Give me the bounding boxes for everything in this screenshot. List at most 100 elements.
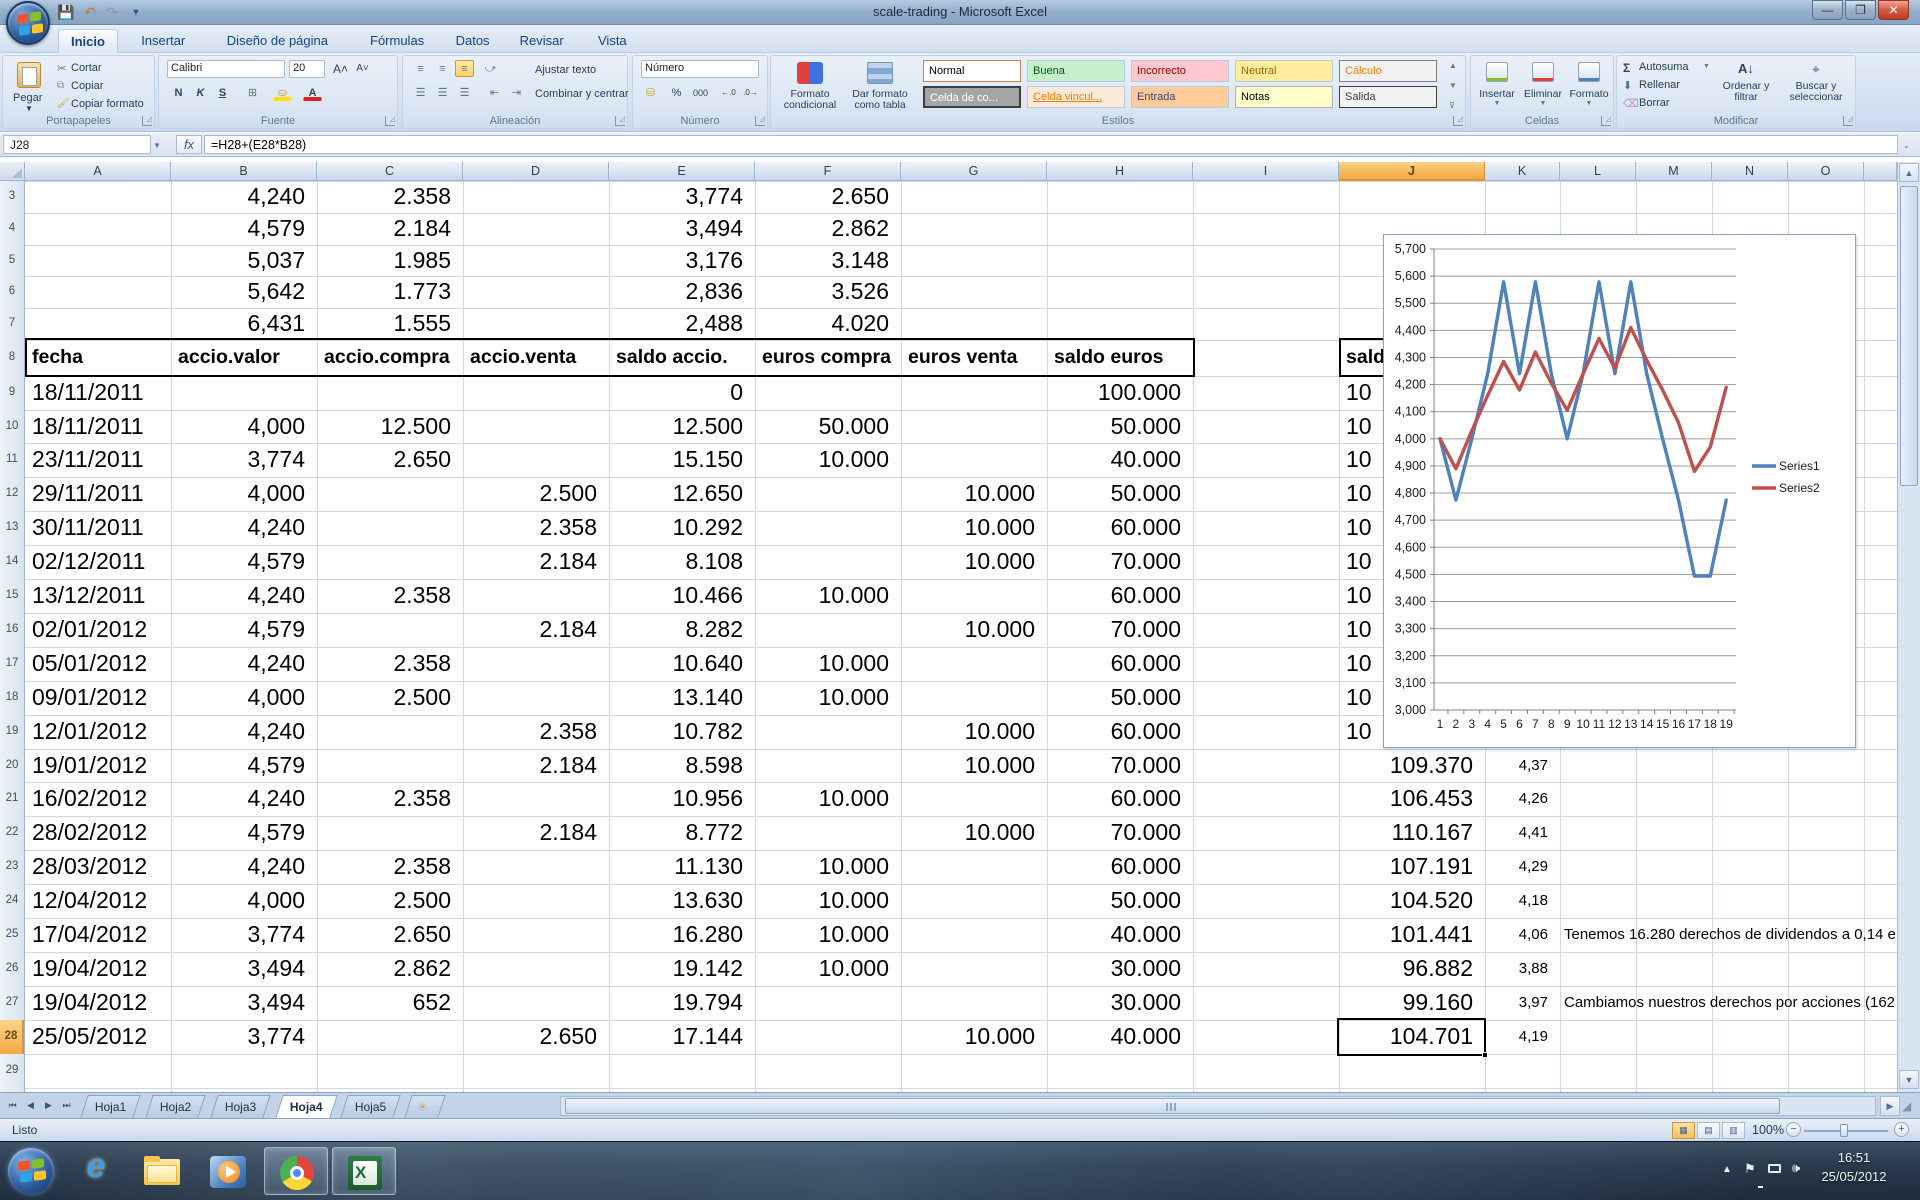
action-center-flag-icon[interactable]: ⚑ <box>1744 1161 1756 1177</box>
row-header-7[interactable]: 7 <box>0 308 24 340</box>
decrease-indent-icon[interactable]: ⇤ <box>485 84 504 101</box>
clear-button[interactable]: Borrar <box>1639 97 1670 109</box>
grow-font-icon[interactable]: A˄ <box>331 60 350 77</box>
cell-H21[interactable]: 60.000 <box>1051 782 1181 816</box>
row-header-29[interactable]: 29 <box>0 1054 24 1088</box>
cell-H28[interactable]: 40.000 <box>1051 1020 1181 1054</box>
office-button[interactable] <box>6 1 50 45</box>
media-player-icon[interactable] <box>196 1147 260 1195</box>
cell-A9[interactable]: 18/11/2011 <box>32 376 170 410</box>
cell-E18[interactable]: 13.140 <box>613 681 743 715</box>
cell-A13[interactable]: 30/11/2011 <box>32 511 170 545</box>
copy-button[interactable]: Copiar <box>71 80 103 92</box>
cell-H27[interactable]: 30.000 <box>1051 986 1181 1020</box>
cell-C6[interactable]: 1.773 <box>321 276 451 308</box>
cell-F25[interactable]: 10.000 <box>759 918 889 952</box>
cell-B23[interactable]: 4,240 <box>175 850 305 884</box>
start-button[interactable] <box>8 1148 54 1194</box>
explorer-folder-icon[interactable] <box>130 1147 194 1195</box>
cell-A24[interactable]: 12/04/2012 <box>32 884 170 918</box>
volume-icon[interactable]: 🕪 <box>1792 1160 1800 1176</box>
cell-H10[interactable]: 50.000 <box>1051 410 1181 444</box>
align-center-icon[interactable]: ☰ <box>433 84 452 101</box>
autosum-dropdown-icon[interactable]: ▼ <box>1703 63 1710 70</box>
page-layout-view-icon[interactable]: ▤ <box>1697 1122 1720 1139</box>
cell-F21[interactable]: 10.000 <box>759 782 889 816</box>
group-alineacion-dialog-launcher-icon[interactable]: ◿ <box>615 116 625 126</box>
insert-function-icon[interactable]: fx <box>176 135 202 154</box>
row-header-8[interactable]: 8 <box>0 340 24 376</box>
chart-series-1[interactable] <box>1440 282 1726 576</box>
cell-C10[interactable]: 12.500 <box>321 410 451 444</box>
cell-H14[interactable]: 70.000 <box>1051 545 1181 579</box>
cell-D19[interactable]: 2.358 <box>467 715 597 749</box>
cell-F17[interactable]: 10.000 <box>759 647 889 681</box>
cell-H25[interactable]: 40.000 <box>1051 918 1181 952</box>
row-header-10[interactable]: 10 <box>0 410 24 444</box>
cell-G12[interactable]: 10.000 <box>905 477 1035 511</box>
first-sheet-icon[interactable]: ⏮ <box>4 1097 21 1114</box>
cell-F18[interactable]: 10.000 <box>759 681 889 715</box>
style-celda-de-co-[interactable]: Celda de co... <box>923 86 1021 108</box>
column-header-B[interactable]: B <box>171 162 317 181</box>
column-header-C[interactable]: C <box>317 162 463 181</box>
style-celda-vincul-[interactable]: Celda vincul... <box>1027 86 1125 108</box>
increase-decimal-icon[interactable]: ←.0 <box>719 84 738 101</box>
close-button[interactable]: ✕ <box>1878 0 1909 20</box>
group-fuente-dialog-launcher-icon[interactable]: ◿ <box>385 116 395 126</box>
tab-fórmulas[interactable]: Fórmulas <box>358 29 436 53</box>
row-header-25[interactable]: 25 <box>0 918 24 952</box>
cell-H23[interactable]: 60.000 <box>1051 850 1181 884</box>
format-painter-button[interactable]: Copiar formato <box>71 98 144 110</box>
cell-C7[interactable]: 1.555 <box>321 308 451 340</box>
scroll-down-icon[interactable]: ▼ <box>1899 1070 1919 1089</box>
cell-E16[interactable]: 8.282 <box>613 613 743 647</box>
column-header-M[interactable]: M <box>1636 162 1712 181</box>
cell-E25[interactable]: 16.280 <box>613 918 743 952</box>
cell-A18[interactable]: 09/01/2012 <box>32 681 170 715</box>
accounting-format-icon[interactable]: ⛁ <box>641 84 660 101</box>
cell-A17[interactable]: 05/01/2012 <box>32 647 170 681</box>
percent-icon[interactable]: % <box>667 84 686 101</box>
cell-H16[interactable]: 70.000 <box>1051 613 1181 647</box>
tab-vista[interactable]: Vista <box>586 29 639 53</box>
cell-B13[interactable]: 4,240 <box>175 511 305 545</box>
row-header-11[interactable]: 11 <box>0 443 24 477</box>
cell-A12[interactable]: 29/11/2011 <box>32 477 170 511</box>
zoom-level[interactable]: 100% <box>1752 1123 1784 1137</box>
style-neutral[interactable]: Neutral <box>1235 60 1333 82</box>
row-header-14[interactable]: 14 <box>0 545 24 579</box>
cell-J26[interactable]: 96.882 <box>1343 952 1473 986</box>
cell-J25[interactable]: 101.441 <box>1343 918 1473 952</box>
cell-E10[interactable]: 12.500 <box>613 410 743 444</box>
cell-J11[interactable]: 10 <box>1346 443 1386 477</box>
cell-G16[interactable]: 10.000 <box>905 613 1035 647</box>
style-notas[interactable]: Notas <box>1235 86 1333 108</box>
cell-H18[interactable]: 50.000 <box>1051 681 1181 715</box>
scroll-up-icon[interactable]: ▲ <box>1899 163 1919 182</box>
cell-B25[interactable]: 3,774 <box>175 918 305 952</box>
cell-F7[interactable]: 4.020 <box>759 308 889 340</box>
row-header-27[interactable]: 27 <box>0 986 24 1020</box>
cell-J28[interactable]: 104.701 <box>1343 1020 1473 1054</box>
cells-delete-button[interactable]: Eliminar▼ <box>1521 60 1565 124</box>
sheet-tab-hoja5[interactable]: Hoja5 <box>340 1095 401 1118</box>
cell-J21[interactable]: 106.453 <box>1343 782 1473 816</box>
vertical-scroll-thumb[interactable] <box>1900 186 1918 486</box>
cell-B14[interactable]: 4,579 <box>175 545 305 579</box>
vertical-scrollbar[interactable]: ▲ ▼ <box>1897 162 1920 1092</box>
cell-D12[interactable]: 2.500 <box>467 477 597 511</box>
row-header-4[interactable]: 4 <box>0 213 24 245</box>
cell-K20[interactable]: 4,37 <box>1489 749 1548 783</box>
find-select-button[interactable]: ⌖Buscar y seleccionar <box>1781 60 1851 124</box>
cell-H22[interactable]: 70.000 <box>1051 816 1181 850</box>
conditional-formatting-button[interactable]: Formato condicional <box>777 60 843 124</box>
cell-B17[interactable]: 4,240 <box>175 647 305 681</box>
cell-F15[interactable]: 10.000 <box>759 579 889 613</box>
cell-E7[interactable]: 2,488 <box>613 308 743 340</box>
cell-E15[interactable]: 10.466 <box>613 579 743 613</box>
restore-button[interactable]: ❐ <box>1845 0 1876 20</box>
row-header-22[interactable]: 22 <box>0 816 24 850</box>
paste-button[interactable]: Pegar <box>13 92 42 104</box>
column-header-N[interactable]: N <box>1712 162 1788 181</box>
